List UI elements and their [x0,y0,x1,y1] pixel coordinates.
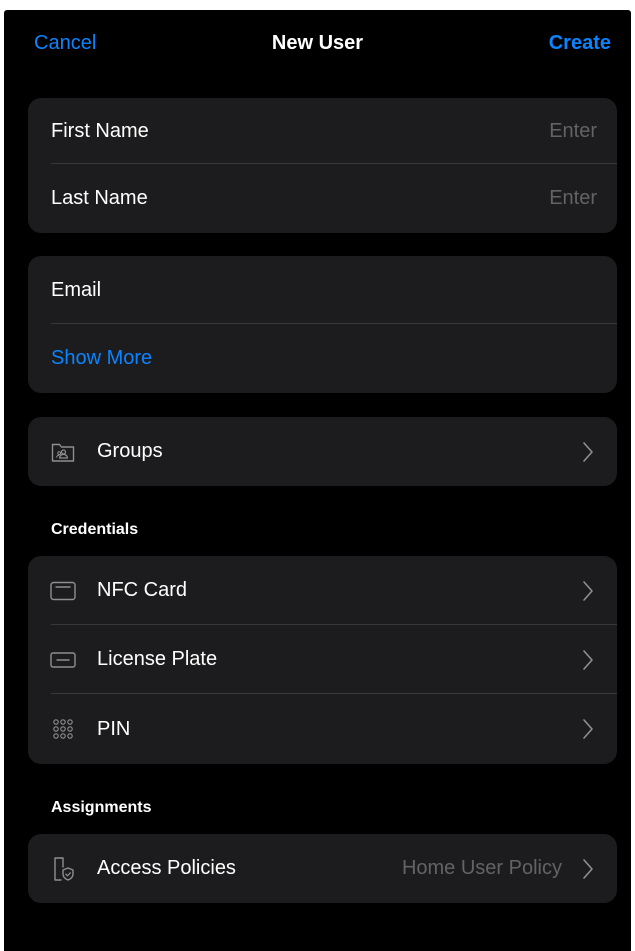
first-name-label: First Name [51,119,149,142]
credentials-card: NFC Card License Plate PIN [28,556,617,764]
navigation-bar: Cancel New User Create [4,10,631,78]
show-more-row[interactable]: Show More [28,324,617,392]
groups-folder-icon [50,439,76,465]
chevron-right-icon [581,580,595,602]
chevron-right-icon [581,718,595,740]
pin-row[interactable]: PIN [28,694,617,764]
pin-label: PIN [97,717,131,740]
access-policies-label: Access Policies [97,857,236,879]
last-name-label: Last Name [51,186,148,209]
email-row[interactable]: Email [28,256,617,324]
show-more-link[interactable]: Show More [51,347,152,370]
credentials-section-header: Credentials [51,521,139,538]
chevron-right-icon [581,441,595,463]
assignments-section-header: Assignments [51,799,152,816]
nfc-card-row[interactable]: NFC Card [28,556,617,625]
license-plate-icon [50,647,76,673]
assignments-card: Access Policies Home User Policy [28,834,617,903]
pin-keypad-icon [50,716,76,742]
access-policy-icon [50,856,76,882]
last-name-input[interactable]: Enter [549,187,597,210]
name-card: First Name Enter Last Name Enter [28,98,617,233]
new-user-screen: Cancel New User Create First Name Enter … [4,10,631,951]
first-name-input[interactable]: Enter [549,120,597,143]
email-field[interactable]: Email [51,279,101,302]
groups-card: Groups [28,417,617,486]
create-button[interactable]: Create [549,32,611,55]
chevron-right-icon [581,858,595,880]
license-plate-row[interactable]: License Plate [28,625,617,694]
license-plate-label: License Plate [97,648,218,670]
access-policies-row[interactable]: Access Policies Home User Policy [28,834,617,903]
groups-row[interactable]: Groups [28,417,617,486]
page-title: New User [271,32,364,54]
access-policies-value: Home User Policy [401,857,562,879]
nfc-card-label: NFC Card [97,579,188,601]
groups-label: Groups [97,440,163,462]
chevron-right-icon [581,649,595,671]
first-name-row[interactable]: First Name Enter [28,98,617,164]
nfc-card-icon [50,578,76,604]
last-name-row[interactable]: Last Name Enter [28,164,617,232]
email-card: Email Show More [28,256,617,393]
